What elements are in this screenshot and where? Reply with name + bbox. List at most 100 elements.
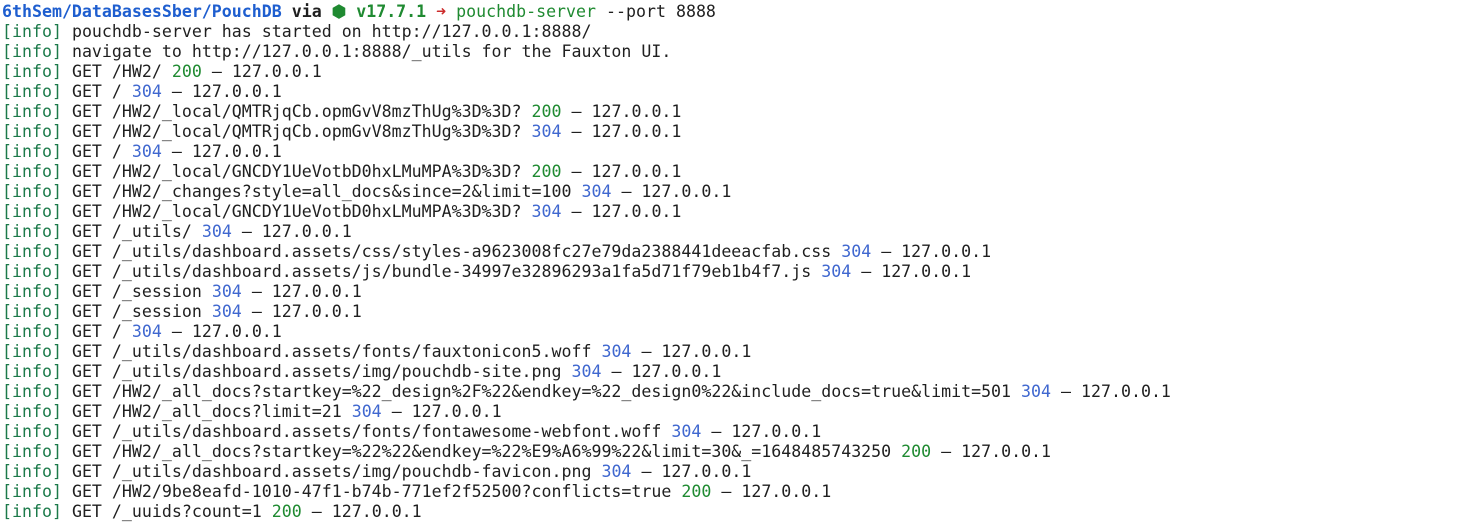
status-code: 304 (841, 242, 872, 261)
log-tag: [info] (2, 242, 62, 261)
log-line: [info] GET /HW2/_all_docs?startkey=%22%2… (2, 442, 1476, 462)
log-line: [info] GET /HW2/_local/QMTRjqCb.opmGvV8m… (2, 122, 1476, 142)
log-tag: [info] (2, 262, 62, 281)
log-message: GET /_utils/dashboard.assets/img/pouchdb… (71, 462, 592, 481)
log-message: GET /HW2/ (71, 62, 162, 81)
log-line: [info] GET /HW2/9be8eafd-1010-47f1-b74b-… (2, 482, 1476, 502)
log-remote-address: – 127.0.0.1 (571, 202, 682, 221)
log-tag: [info] (2, 422, 62, 441)
log-line: [info] GET /HW2/_all_docs?limit=21 304 –… (2, 402, 1476, 422)
status-code: 200 (681, 482, 712, 501)
log-message: GET /_utils/dashboard.assets/css/styles-… (71, 242, 832, 261)
log-message: GET /HW2/_local/GNCDY1UeVotbD0hxLMuMPA%3… (71, 162, 522, 181)
status-code: 304 (351, 402, 382, 421)
log-remote-address: – 127.0.0.1 (621, 182, 732, 201)
log-line: [info] GET /_utils/dashboard.assets/img/… (2, 462, 1476, 482)
status-code: 304 (531, 202, 562, 221)
log-message: GET /_utils/dashboard.assets/img/pouchdb… (71, 362, 562, 381)
status-code: 304 (211, 302, 242, 321)
log-tag: [info] (2, 442, 62, 461)
node-icon: ⬢ (331, 2, 347, 21)
log-message: GET /_utils/dashboard.assets/fonts/fauxt… (71, 342, 592, 361)
log-tag: [info] (2, 482, 62, 501)
status-code: 304 (131, 322, 162, 341)
log-line: [info] GET /_utils/dashboard.assets/js/b… (2, 262, 1476, 282)
log-remote-address: – 127.0.0.1 (171, 142, 282, 161)
status-code: 200 (531, 162, 562, 181)
log-remote-address: – 127.0.0.1 (881, 242, 992, 261)
log-line: [info] GET /HW2/_local/GNCDY1UeVotbD0hxL… (2, 162, 1476, 182)
log-line: [info] GET /_utils/ 304 – 127.0.0.1 (2, 222, 1476, 242)
terminal-window[interactable]: 6thSem/DataBasesSber/PouchDB via ⬢ v17.7… (0, 0, 1476, 526)
command-args: --port 8888 (606, 2, 716, 21)
log-line: [info] GET /HW2/_all_docs?startkey=%22_d… (2, 382, 1476, 402)
log-tag: [info] (2, 202, 62, 221)
log-line: [info] GET / 304 – 127.0.0.1 (2, 322, 1476, 342)
log-tag: [info] (2, 342, 62, 361)
log-remote-address: – 127.0.0.1 (641, 462, 752, 481)
log-remote-address: – 127.0.0.1 (941, 442, 1052, 461)
log-message: pouchdb-server has started on http://127… (71, 22, 592, 41)
status-code: 304 (581, 182, 612, 201)
prompt-via: via (291, 2, 322, 21)
log-remote-address: – 127.0.0.1 (391, 402, 502, 421)
log-tag: [info] (2, 122, 62, 141)
log-remote-address: – 127.0.0.1 (251, 282, 362, 301)
log-message: GET /_session (71, 302, 202, 321)
log-line: [info] GET /_utils/dashboard.assets/font… (2, 342, 1476, 362)
log-message: GET /_utils/dashboard.assets/js/bundle-3… (71, 262, 812, 281)
log-remote-address: – 127.0.0.1 (241, 222, 352, 241)
log-line: [info] GET /_session 304 – 127.0.0.1 (2, 282, 1476, 302)
log-remote-address: – 127.0.0.1 (711, 422, 822, 441)
node-version: v17.7.1 (356, 2, 427, 21)
log-line: [info] GET /_utils/dashboard.assets/img/… (2, 362, 1476, 382)
log-message: GET /_session (71, 282, 202, 301)
status-code: 200 (901, 442, 932, 461)
status-code: 304 (601, 462, 632, 481)
log-tag: [info] (2, 162, 62, 181)
log-message: navigate to http://127.0.0.1:8888/_utils… (71, 42, 672, 61)
log-tag: [info] (2, 222, 62, 241)
status-code: 304 (1021, 382, 1052, 401)
command-name: pouchdb-server (456, 2, 597, 21)
log-line: [info] pouchdb-server has started on htt… (2, 22, 1476, 42)
log-tag: [info] (2, 502, 62, 521)
log-message: GET /HW2/_local/QMTRjqCb.opmGvV8mzThUg%3… (71, 102, 522, 121)
log-tag: [info] (2, 82, 62, 101)
prompt-line: 6thSem/DataBasesSber/PouchDB via ⬢ v17.7… (2, 2, 1476, 22)
status-code: 304 (671, 422, 702, 441)
log-message: GET /HW2/_all_docs?startkey=%22%22&endke… (71, 442, 892, 461)
log-tag: [info] (2, 102, 62, 121)
log-message: GET /HW2/9be8eafd-1010-47f1-b74b-771ef2f… (71, 482, 672, 501)
status-code: 200 (531, 102, 562, 121)
log-remote-address: – 127.0.0.1 (311, 502, 422, 521)
log-message: GET /HW2/_local/GNCDY1UeVotbD0hxLMuMPA%3… (71, 202, 522, 221)
log-remote-address: – 127.0.0.1 (721, 482, 832, 501)
log-message: GET /_uuids?count=1 (71, 502, 262, 521)
log-message: GET /_utils/dashboard.assets/fonts/fonta… (71, 422, 662, 441)
log-remote-address: – 127.0.0.1 (861, 262, 972, 281)
status-code: 304 (131, 142, 162, 161)
log-tag: [info] (2, 462, 62, 481)
log-remote-address: – 127.0.0.1 (1061, 382, 1171, 401)
status-code: 304 (531, 122, 562, 141)
log-message: GET /HW2/_changes?style=all_docs&since=2… (71, 182, 572, 201)
log-message: GET / (71, 142, 122, 161)
log-message: GET /HW2/_local/QMTRjqCb.opmGvV8mzThUg%3… (71, 122, 522, 141)
log-line: [info] GET /HW2/ 200 – 127.0.0.1 (2, 62, 1476, 82)
log-tag: [info] (2, 282, 62, 301)
log-tag: [info] (2, 182, 62, 201)
log-tag: [info] (2, 302, 62, 321)
log-tag: [info] (2, 322, 62, 341)
log-message: GET /_utils/ (71, 222, 192, 241)
log-tag: [info] (2, 402, 62, 421)
status-code: 200 (271, 502, 302, 521)
log-line: [info] GET /_session 304 – 127.0.0.1 (2, 302, 1476, 322)
log-line: [info] GET /_uuids?count=1 200 – 127.0.0… (2, 502, 1476, 522)
log-tag: [info] (2, 22, 62, 41)
log-line: [info] navigate to http://127.0.0.1:8888… (2, 42, 1476, 62)
log-line: [info] GET /HW2/_local/GNCDY1UeVotbD0hxL… (2, 202, 1476, 222)
log-message: GET /HW2/_all_docs?startkey=%22_design%2… (71, 382, 1012, 401)
log-remote-address: – 127.0.0.1 (641, 342, 752, 361)
log-tag: [info] (2, 382, 62, 401)
